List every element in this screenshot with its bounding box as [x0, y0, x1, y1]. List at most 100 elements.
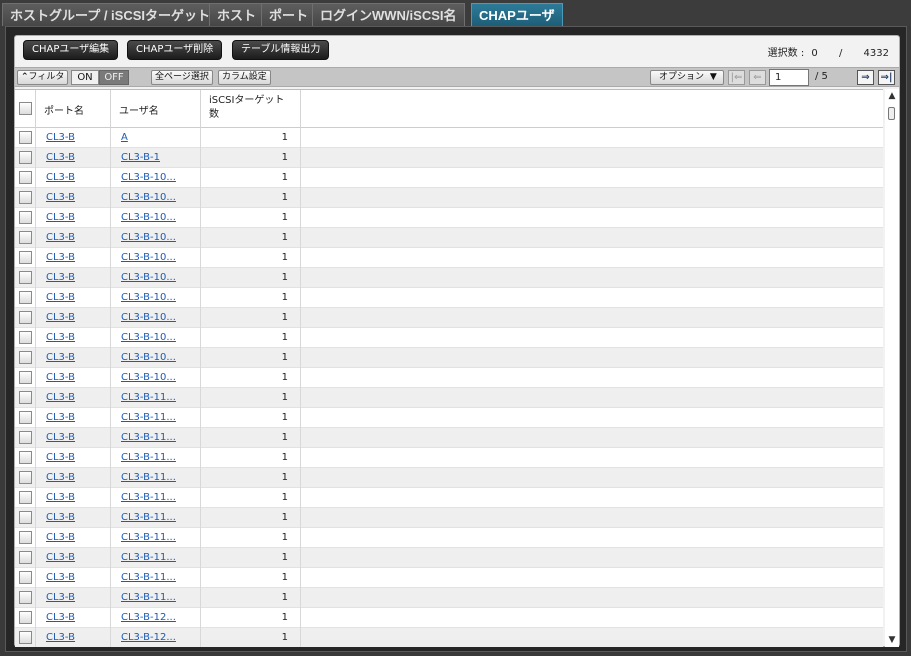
row-checkbox[interactable]: [19, 331, 32, 344]
user-link[interactable]: CL3-B-10...: [121, 312, 176, 323]
table-row[interactable]: CL3-B CL3-B-12... 1: [15, 628, 883, 647]
select-all-checkbox[interactable]: [19, 102, 32, 115]
table-row[interactable]: CL3-B CL3-B-10... 1: [15, 228, 883, 248]
port-link[interactable]: CL3-B: [46, 292, 75, 303]
port-link[interactable]: CL3-B: [46, 212, 75, 223]
table-row[interactable]: CL3-B CL3-B-11... 1: [15, 568, 883, 588]
port-link[interactable]: CL3-B: [46, 412, 75, 423]
table-row[interactable]: CL3-B CL3-B-10... 1: [15, 368, 883, 388]
port-link[interactable]: CL3-B: [46, 192, 75, 203]
port-link[interactable]: CL3-B: [46, 452, 75, 463]
row-checkbox[interactable]: [19, 371, 32, 384]
port-link[interactable]: CL3-B: [46, 472, 75, 483]
user-link[interactable]: CL3-B-11...: [121, 572, 176, 583]
edit-chap-user-button[interactable]: CHAPユーザ編集: [23, 40, 119, 60]
table-row[interactable]: CL3-B CL3-B-10... 1: [15, 328, 883, 348]
options-dropdown[interactable]: オプション ▼: [650, 70, 724, 85]
port-link[interactable]: CL3-B: [46, 232, 75, 243]
delete-chap-user-button[interactable]: CHAPユーザ削除: [127, 40, 223, 60]
row-checkbox[interactable]: [19, 591, 32, 604]
row-checkbox[interactable]: [19, 571, 32, 584]
table-row[interactable]: CL3-B CL3-B-11... 1: [15, 528, 883, 548]
user-link[interactable]: CL3-B-11...: [121, 552, 176, 563]
table-row[interactable]: CL3-B CL3-B-10... 1: [15, 188, 883, 208]
scroll-down-icon[interactable]: ▼: [887, 635, 897, 645]
row-checkbox[interactable]: [19, 131, 32, 144]
row-checkbox[interactable]: [19, 511, 32, 524]
row-checkbox[interactable]: [19, 471, 32, 484]
user-link[interactable]: CL3-B-11...: [121, 492, 176, 503]
user-link[interactable]: CL3-B-10...: [121, 292, 176, 303]
table-row[interactable]: CL3-B CL3-B-11... 1: [15, 488, 883, 508]
row-checkbox[interactable]: [19, 271, 32, 284]
row-checkbox[interactable]: [19, 451, 32, 464]
export-table-button[interactable]: テーブル情報出力: [232, 40, 330, 60]
port-link[interactable]: CL3-B: [46, 612, 75, 623]
column-settings-button[interactable]: カラム設定: [218, 70, 271, 85]
port-link[interactable]: CL3-B: [46, 372, 75, 383]
user-link[interactable]: CL3-B-11...: [121, 392, 176, 403]
port-link[interactable]: CL3-B: [46, 432, 75, 443]
user-link[interactable]: CL3-B-11...: [121, 512, 176, 523]
tab-port[interactable]: ポート: [261, 3, 317, 26]
port-link[interactable]: CL3-B: [46, 492, 75, 503]
select-all-pages-button[interactable]: 全ページ選択: [151, 70, 213, 85]
scroll-up-icon[interactable]: ▲: [887, 91, 897, 101]
table-row[interactable]: CL3-B CL3-B-11... 1: [15, 448, 883, 468]
user-link[interactable]: CL3-B-10...: [121, 372, 176, 383]
user-link[interactable]: CL3-B-11...: [121, 432, 176, 443]
table-row[interactable]: CL3-B CL3-B-11... 1: [15, 388, 883, 408]
tab-host[interactable]: ホスト: [209, 3, 265, 26]
row-checkbox[interactable]: [19, 551, 32, 564]
port-link[interactable]: CL3-B: [46, 352, 75, 363]
user-link[interactable]: CL3-B-11...: [121, 532, 176, 543]
row-checkbox[interactable]: [19, 151, 32, 164]
row-checkbox[interactable]: [19, 231, 32, 244]
user-link[interactable]: CL3-B-10...: [121, 192, 176, 203]
table-row[interactable]: CL3-B CL3-B-10... 1: [15, 348, 883, 368]
next-page-icon[interactable]: ⇒: [857, 70, 874, 85]
table-row[interactable]: CL3-B CL3-B-1 1: [15, 148, 883, 168]
row-checkbox[interactable]: [19, 391, 32, 404]
user-link[interactable]: CL3-B-11...: [121, 592, 176, 603]
table-row[interactable]: CL3-B CL3-B-10... 1: [15, 288, 883, 308]
previous-page-icon[interactable]: ⇐: [749, 70, 766, 85]
port-link[interactable]: CL3-B: [46, 552, 75, 563]
table-row[interactable]: CL3-B CL3-B-10... 1: [15, 248, 883, 268]
table-row[interactable]: CL3-B CL3-B-10... 1: [15, 168, 883, 188]
table-row[interactable]: CL3-B CL3-B-11... 1: [15, 588, 883, 608]
filter-on-toggle[interactable]: ON: [71, 70, 99, 85]
port-link[interactable]: CL3-B: [46, 532, 75, 543]
vertical-scrollbar[interactable]: ▲ ▼: [885, 89, 899, 647]
port-link[interactable]: CL3-B: [46, 392, 75, 403]
port-link[interactable]: CL3-B: [46, 132, 75, 143]
row-checkbox[interactable]: [19, 611, 32, 624]
user-link[interactable]: CL3-B-10...: [121, 272, 176, 283]
port-link[interactable]: CL3-B: [46, 172, 75, 183]
table-row[interactable]: CL3-B CL3-B-12... 1: [15, 608, 883, 628]
table-row[interactable]: CL3-B CL3-B-11... 1: [15, 428, 883, 448]
user-link[interactable]: CL3-B-11...: [121, 452, 176, 463]
table-row[interactable]: CL3-B CL3-B-11... 1: [15, 408, 883, 428]
user-link[interactable]: CL3-B-12...: [121, 632, 176, 643]
port-link[interactable]: CL3-B: [46, 252, 75, 263]
row-checkbox[interactable]: [19, 411, 32, 424]
user-link[interactable]: CL3-B-10...: [121, 352, 176, 363]
user-link[interactable]: CL3-B-10...: [121, 212, 176, 223]
column-header-user[interactable]: ユーザ名: [111, 90, 201, 128]
tab-chap-user[interactable]: CHAPユーザ: [471, 3, 563, 26]
scroll-thumb[interactable]: [888, 107, 895, 120]
row-checkbox[interactable]: [19, 211, 32, 224]
port-link[interactable]: CL3-B: [46, 332, 75, 343]
user-link[interactable]: CL3-B-1: [121, 152, 160, 163]
user-link[interactable]: CL3-B-10...: [121, 252, 176, 263]
row-checkbox[interactable]: [19, 191, 32, 204]
user-link[interactable]: CL3-B-10...: [121, 332, 176, 343]
user-link[interactable]: CL3-B-12...: [121, 612, 176, 623]
table-row[interactable]: CL3-B CL3-B-10... 1: [15, 268, 883, 288]
row-checkbox[interactable]: [19, 491, 32, 504]
port-link[interactable]: CL3-B: [46, 512, 75, 523]
table-row[interactable]: CL3-B CL3-B-10... 1: [15, 308, 883, 328]
table-row[interactable]: CL3-B CL3-B-10... 1: [15, 208, 883, 228]
row-checkbox[interactable]: [19, 251, 32, 264]
